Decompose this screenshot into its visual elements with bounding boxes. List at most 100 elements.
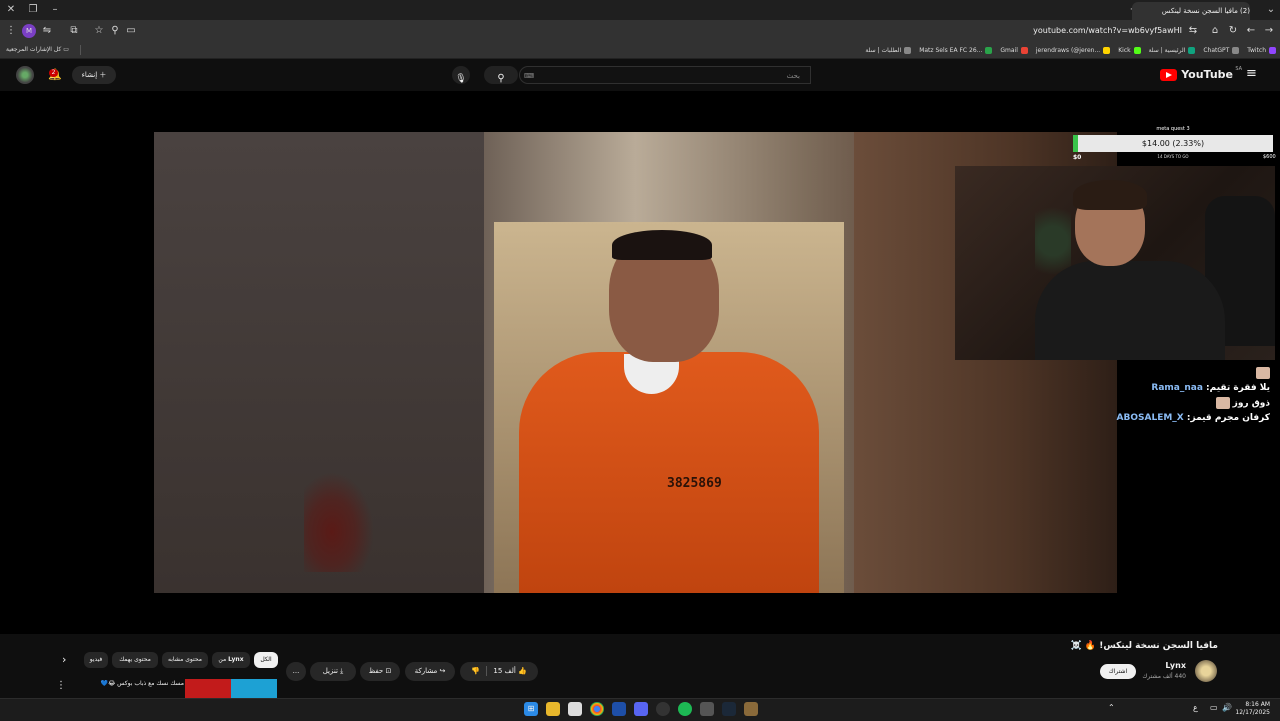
zoom-icon[interactable]: ⚲	[108, 24, 122, 38]
bookmark-item[interactable]: ChatGPT	[1203, 46, 1240, 54]
youtube-logo[interactable]: YouTube	[1160, 68, 1233, 82]
hamburger-menu-icon[interactable]: ≡	[1246, 67, 1258, 82]
search-input[interactable]: بحث ⌨	[519, 66, 811, 84]
menu-dots-icon[interactable]: ⋮	[4, 24, 18, 38]
bookmark-favicon-icon	[904, 46, 912, 54]
bookmark-favicon-icon	[1188, 46, 1196, 54]
bookmark-star-icon[interactable]: ☆	[92, 24, 106, 38]
tab-search-icon[interactable]: ⌄	[1264, 3, 1278, 17]
keyboard-icon[interactable]: ⌨	[524, 67, 534, 85]
forward-arrow-icon[interactable]: ←	[1244, 24, 1258, 38]
discord-icon[interactable]	[634, 702, 648, 716]
chat-line: كرفان مجرم قيمز: ABOSALEM_X	[1116, 413, 1270, 423]
bookmark-label: jerendraws (@jeren...	[1035, 46, 1101, 54]
bookmark-label: ChatGPT	[1203, 46, 1230, 54]
bookmark-item[interactable]: الرئيسية | سلة	[1148, 46, 1196, 54]
save-button[interactable]: حفظ ⊡	[360, 662, 400, 681]
like-count[interactable]: 15 ألف	[493, 667, 515, 675]
active-tab[interactable]: (2) مافيا السجن نسخة لينكس	[1132, 2, 1250, 20]
chip-all[interactable]: الكل	[254, 652, 278, 668]
youtube-play-icon	[1160, 69, 1178, 81]
share-icon: ↪	[439, 667, 446, 675]
chip-video[interactable]: فيديو	[84, 652, 108, 668]
save-label: حفظ	[368, 667, 384, 675]
subscribe-button[interactable]: اشتراك	[1100, 664, 1136, 679]
recommendation-menu-icon[interactable]: ⋮	[56, 680, 66, 691]
search-placeholder: بحث	[786, 72, 800, 80]
language-indicator[interactable]: ع	[1193, 703, 1198, 712]
chat-username: Rama_naa	[1151, 383, 1203, 393]
file-explorer-icon[interactable]	[546, 702, 560, 716]
chat-line	[1128, 367, 1270, 379]
address-bar[interactable]: youtube.com/watch?v=wb6vyf5awHI	[282, 23, 1182, 39]
photos-app-icon[interactable]	[744, 702, 758, 716]
chat-line: يلا فقرة تقيم: Rama_naa	[1151, 383, 1270, 393]
video-person-jumpsuit	[519, 352, 819, 593]
tray-chevron-icon[interactable]: ⌃	[1108, 703, 1115, 712]
profile-icon[interactable]: M	[22, 24, 36, 38]
bookmark-favicon-icon	[1269, 46, 1276, 54]
bookmark-favicon-icon	[1133, 46, 1141, 54]
obs-icon[interactable]	[656, 702, 670, 716]
chip-from-channel[interactable]: من Lynx	[212, 652, 250, 668]
bookmark-label: الرئيسية | سلة	[1148, 46, 1186, 54]
channel-avatar[interactable]	[1195, 660, 1217, 682]
like-icon[interactable]: 👍	[518, 667, 527, 675]
network-icon[interactable]: ▭	[1210, 703, 1218, 712]
mic-icon: 🎙	[455, 74, 467, 84]
recommendation-title[interactable]: مسك نسك مع ذباب بوكس 😂💙	[100, 680, 184, 687]
settings-gear-icon[interactable]	[700, 702, 714, 716]
chrome-icon[interactable]	[590, 702, 604, 716]
avatar[interactable]	[16, 66, 34, 84]
bookmarks-divider	[80, 45, 81, 55]
more-icon: ...	[292, 667, 300, 675]
app-icon[interactable]	[612, 702, 626, 716]
restore-window-icon[interactable]: ❐	[26, 3, 40, 17]
reload-icon[interactable]: ↻	[1226, 24, 1240, 38]
more-actions-button[interactable]: ...	[286, 662, 306, 681]
extension-icon[interactable]: ⇋	[40, 24, 54, 38]
share-button[interactable]: مشاركة ↪	[405, 662, 455, 681]
minimize-window-icon[interactable]: –	[48, 3, 62, 17]
extensions-icon[interactable]: ⧉	[67, 24, 81, 38]
cast-icon[interactable]: ▭	[124, 24, 138, 38]
search-button[interactable]: ⚲	[484, 66, 518, 84]
windows-start-icon[interactable]: ⊞	[524, 702, 538, 716]
spotify-icon[interactable]	[678, 702, 692, 716]
back-arrow-icon[interactable]: →	[1262, 24, 1276, 38]
bookmark-item[interactable]: jerendraws (@jeren...	[1035, 46, 1111, 54]
taskbar: ⊞ ⌃ ع ▭ 🔊 8:16 AM 12/17/2025	[0, 698, 1280, 721]
chat-line: ذوق روز	[1128, 397, 1270, 409]
chips-next-arrow-icon[interactable]: ›	[62, 652, 66, 668]
dislike-icon[interactable]: 👎	[471, 667, 480, 675]
bookmark-item[interactable]: Gmail	[1000, 46, 1028, 54]
chip-channel-name: Lynx	[228, 656, 244, 663]
bookmark-item[interactable]: الطلبات | سلة	[865, 46, 912, 54]
video-title: مافيا السجن نسخة لينكس! 🔥 ☠️	[1070, 641, 1218, 651]
bookmark-label: Gmail	[1000, 46, 1018, 54]
close-window-icon[interactable]: ✕	[4, 3, 18, 17]
steam-icon[interactable]	[722, 702, 736, 716]
bookmark-item[interactable]: Twitch	[1247, 46, 1276, 54]
create-button[interactable]: إنشاء ＋	[72, 66, 116, 84]
home-icon[interactable]: ⌂	[1208, 24, 1222, 38]
recommendation-thumbnail[interactable]	[185, 679, 277, 699]
bookmark-item[interactable]: Kick	[1118, 46, 1141, 54]
site-settings-icon[interactable]: ⇆	[1186, 24, 1200, 38]
plus-icon: ＋	[99, 71, 107, 79]
folder-icon: ▭	[63, 46, 69, 53]
bookmark-favicon-icon	[985, 46, 993, 54]
chip-for-you[interactable]: محتوى يهمك	[112, 652, 158, 668]
download-button[interactable]: تنزيل ⤓	[310, 662, 356, 681]
voice-search-button[interactable]: 🎙	[452, 66, 470, 84]
chip-related[interactable]: محتوى مشابه	[162, 652, 208, 668]
channel-name[interactable]: Lynx	[1165, 661, 1186, 670]
youtube-logo-text: YouTube	[1181, 68, 1233, 81]
create-label: إنشاء	[81, 71, 98, 79]
all-bookmarks-label: كل الإشارات المرجعية	[6, 46, 62, 53]
volume-icon[interactable]: 🔊	[1222, 703, 1232, 712]
all-bookmarks-folder[interactable]: كل الإشارات المرجعية ▭	[6, 44, 69, 56]
calendar-app-icon[interactable]	[568, 702, 582, 716]
bookmark-item[interactable]: Matz Sels EA FC 26...	[919, 46, 993, 54]
system-clock[interactable]: 8:16 AM 12/17/2025	[1235, 701, 1270, 717]
